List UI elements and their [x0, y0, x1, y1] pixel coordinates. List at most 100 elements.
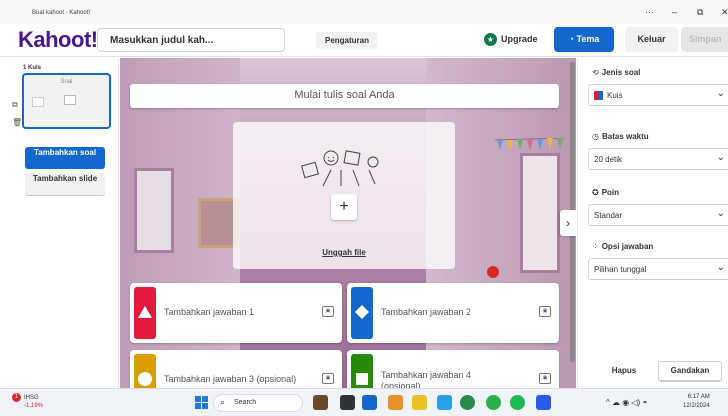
answer-option-2[interactable]: Tambahkan jawaban 2 ▣ [347, 283, 559, 343]
edge-icon[interactable] [437, 395, 452, 410]
image-icon[interactable]: ▣ [539, 306, 551, 317]
spotify-icon[interactable] [510, 395, 525, 410]
answer-options-label: ⁘ Opsi jawaban [592, 242, 654, 251]
exit-button[interactable]: Keluar [625, 27, 678, 52]
windows-start-icon[interactable] [195, 396, 208, 409]
question-type-value: Kuis [594, 91, 623, 101]
notification-badge: 1 [12, 393, 21, 402]
slide-thumb-title: Soal [60, 79, 73, 85]
theme-button[interactable]: ◔ Tema [554, 27, 614, 52]
points-value: Standar [594, 211, 623, 220]
slides-sidebar: 1 Kuis Soal ⧉ 🗑 Tambahkan soal Tambahkan… [0, 58, 119, 388]
points-label: ✪ Poin [592, 188, 620, 197]
answer-3-label: Tambahkan jawaban 3 (opsional) [164, 374, 297, 384]
image-icon[interactable]: ▣ [322, 306, 334, 317]
taskbar-app-icon[interactable] [313, 395, 328, 410]
clock-time: 6:17 AM [687, 394, 710, 400]
slide-thumbnail[interactable]: Soal [22, 73, 111, 129]
slide-label: 1 Kuis [23, 65, 42, 71]
answer-3-swatch [134, 354, 156, 388]
chevron-down-icon: ⌄ [716, 262, 725, 273]
image-icon[interactable]: ▣ [539, 373, 551, 384]
upgrade-button[interactable]: ★ Upgrade [484, 33, 538, 46]
app-root: Buat kahoot · Kahoot! ··· – ⧉ ✕ Kahoot! … [0, 0, 728, 416]
task-view-icon[interactable] [340, 395, 355, 410]
circle-icon [138, 372, 152, 386]
answer-options-value: Pilihan tunggal [594, 265, 647, 274]
delete-slide-icon[interactable]: 🗑 [12, 118, 22, 127]
collapse-panel-chevron-icon[interactable]: › [560, 210, 576, 236]
system-tray-icons[interactable]: ^ ☁ ◉ ◁) ◓ [606, 398, 647, 407]
award-icon: ✪ [592, 188, 599, 197]
search-icon: ⌕ [220, 397, 226, 407]
slide-thumb-image-icon [64, 95, 76, 105]
search-label: Search [234, 399, 257, 406]
question-type-icon: ⟲ [592, 68, 599, 77]
stock-change: -1,19% [24, 403, 44, 410]
kahoot-logo[interactable]: Kahoot! [18, 27, 98, 53]
time-limit-value: 20 detik [594, 155, 623, 164]
theme-icon: ◔ [568, 34, 577, 44]
star-icon: ★ [484, 33, 497, 46]
answer-option-1[interactable]: Tambahkan jawaban 1 ▣ [130, 283, 342, 343]
answer-option-4[interactable]: Tambahkan jawaban 4 (opsional) ▣ [347, 350, 559, 388]
upload-file-link[interactable]: Unggah file [233, 248, 455, 257]
media-illustration-icon [301, 150, 379, 187]
chevron-down-icon: ⌄ [716, 88, 725, 99]
duplicate-button[interactable]: Gandakan [658, 361, 722, 381]
answer-2-swatch [351, 287, 373, 339]
stock-widget[interactable]: 1 IHSG -1,19% [12, 393, 43, 410]
image-icon[interactable]: ▣ [322, 373, 334, 384]
chrome-icon[interactable] [460, 395, 475, 410]
answer-option-3[interactable]: Tambahkan jawaban 3 (opsional) ▣ [130, 350, 342, 388]
taskbar-app-icon[interactable] [536, 395, 551, 410]
grid-icon: ⁘ [592, 242, 599, 251]
background-window-left [134, 168, 174, 253]
upgrade-label: Upgrade [501, 33, 538, 44]
delete-button[interactable]: Hapus [598, 361, 650, 381]
question-input[interactable]: Mulai tulis soal Anda [130, 84, 559, 108]
windows-taskbar: 1 IHSG -1,19% ⌕ Search ^ ☁ ◉ ◁) ◓ 6:17 AM… [0, 388, 728, 416]
media-upload-area[interactable]: + Unggah file [233, 122, 455, 269]
question-type-select[interactable]: Kuis ⌄ [588, 84, 728, 106]
question-type-label: ⟲ Jenis soal [592, 68, 641, 77]
title-placeholder: Masukkan judul kah... [110, 35, 214, 46]
clock-date: 12/2/2024 [683, 403, 710, 409]
kahoot-title-input[interactable]: Masukkan judul kah... Pengaturan [97, 28, 378, 52]
save-button[interactable]: Simpan [681, 27, 728, 52]
browser-icon[interactable] [388, 395, 403, 410]
duplicate-slide-icon[interactable]: ⧉ [12, 100, 18, 110]
answer-4-swatch [351, 354, 373, 388]
whatsapp-icon[interactable] [486, 395, 501, 410]
chevron-down-icon: ⌄ [716, 152, 725, 163]
square-icon [356, 373, 368, 385]
window-title: Buat kahoot · Kahoot! [32, 10, 91, 16]
file-explorer-icon[interactable] [412, 395, 427, 410]
answer-2-label: Tambahkan jawaban 2 [381, 307, 472, 317]
answer-1-label: Tambahkan jawaban 1 [164, 307, 255, 317]
taskbar-search-input[interactable]: ⌕ Search [213, 394, 303, 412]
background-apple [487, 266, 499, 278]
minimize-icon[interactable]: – [672, 7, 677, 17]
taskbar-app-icon[interactable] [362, 395, 377, 410]
restore-icon[interactable]: ⧉ [697, 7, 703, 18]
add-question-button[interactable]: Tambahkan soal [25, 147, 105, 169]
time-limit-select[interactable]: 20 detik ⌄ [588, 148, 728, 170]
triangle-icon [138, 306, 152, 318]
answer-1-swatch [134, 287, 156, 339]
time-limit-label: ◷ Batas waktu [592, 132, 649, 141]
clock-icon: ◷ [592, 132, 599, 141]
slide-thumb-placeholder [32, 97, 44, 107]
close-icon[interactable]: ✕ [721, 7, 728, 18]
answer-options-select[interactable]: Pilihan tunggal ⌄ [588, 258, 728, 280]
chevron-down-icon: ⌄ [716, 208, 725, 219]
question-placeholder: Mulai tulis soal Anda [294, 89, 395, 101]
quiz-icon [594, 91, 603, 101]
add-media-button[interactable]: + [331, 194, 357, 220]
question-settings-panel: ⟲ Jenis soal Kuis ⌄ ◷ Batas waktu 20 detik… [577, 58, 728, 388]
taskbar-clock[interactable]: 6:17 AM 12/2/2024 [683, 393, 710, 411]
more-options-icon[interactable]: ··· [645, 7, 654, 17]
points-select[interactable]: Standar ⌄ [588, 204, 728, 226]
settings-button[interactable]: Pengaturan [316, 32, 378, 49]
add-slide-button[interactable]: Tambahkan slide [25, 173, 105, 195]
